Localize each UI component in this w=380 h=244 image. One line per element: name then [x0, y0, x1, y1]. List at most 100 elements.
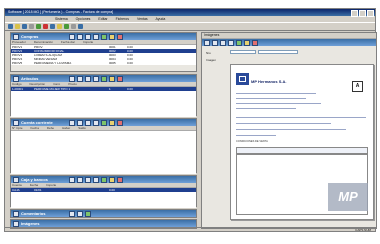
column-header[interactable]: Haber [62, 126, 70, 130]
delete-record-icon[interactable] [117, 33, 123, 40]
last-record-icon[interactable] [93, 119, 99, 126]
main-toolbar [5, 22, 375, 31]
panel-caja-title: Caja y bancos [21, 177, 48, 182]
invoice-letter-box: A [352, 81, 363, 92]
delete-icon[interactable] [43, 24, 48, 29]
cell: 0.00 [127, 61, 133, 65]
add-record-icon[interactable] [101, 119, 107, 126]
column-header[interactable]: Proveedor [12, 40, 26, 44]
column-header[interactable]: N° Cpte [12, 126, 23, 130]
next-record-icon[interactable] [85, 33, 91, 40]
column-header[interactable]: Debe [47, 126, 54, 130]
menu-ayuda[interactable]: Ayuda [155, 17, 165, 21]
new-icon[interactable] [8, 24, 13, 29]
refresh-icon[interactable] [36, 24, 41, 29]
first-record-icon[interactable] [69, 33, 75, 40]
panel-icon [13, 119, 19, 126]
column-header[interactable]: Saldo [78, 126, 86, 130]
screen: Software [ 2018 MG ] (Perfumeria ) - Com… [0, 0, 380, 244]
delete-record-icon[interactable] [117, 119, 123, 126]
panel-caja-header: Caja y bancos [11, 176, 196, 183]
first-record-icon[interactable] [204, 39, 210, 46]
edit-record-icon[interactable] [109, 33, 115, 40]
filter-icon[interactable] [57, 24, 62, 29]
search-icon[interactable] [50, 24, 55, 29]
panel-articulos: Artículos Código Descripción Cant. Preci… [10, 74, 197, 117]
last-record-icon[interactable] [93, 75, 99, 82]
previous-record-icon[interactable] [77, 176, 83, 183]
table-row-selected[interactable]: 1-00001 PERFUME MUJER TIPO 1 1 0.00 [11, 87, 196, 91]
menu-sistema[interactable]: Sistema [55, 17, 68, 21]
first-record-icon[interactable] [69, 75, 75, 82]
next-record-icon[interactable] [77, 210, 83, 217]
first-record-icon[interactable] [69, 210, 75, 217]
panel-comentarios: Comentarios [10, 209, 197, 218]
next-record-icon[interactable] [220, 39, 226, 46]
column-header[interactable]: Descripción [30, 82, 46, 86]
cell: PROV5 [12, 61, 23, 65]
menu-editar[interactable]: Editar [98, 17, 107, 21]
edit-record-icon[interactable] [109, 75, 115, 82]
add-record-icon[interactable] [101, 75, 107, 82]
mp-watermark-logo: MP [328, 183, 368, 211]
next-record-icon[interactable] [85, 119, 91, 126]
open-folder-icon[interactable] [15, 24, 20, 29]
column-header[interactable]: Precio [68, 82, 77, 86]
column-header[interactable]: Cant. [53, 82, 60, 86]
next-record-icon[interactable] [85, 176, 91, 183]
nro-field-2[interactable] [258, 50, 298, 54]
menu-ventas[interactable]: Ventas [137, 17, 148, 21]
cell: 1 [109, 87, 111, 91]
nro-field[interactable] [230, 50, 256, 54]
edit-record-icon[interactable] [244, 39, 250, 46]
column-header[interactable]: Importe [83, 40, 93, 44]
panel-icon [13, 210, 19, 217]
last-record-icon[interactable] [93, 176, 99, 183]
export-icon[interactable] [64, 24, 69, 29]
previous-record-icon[interactable] [77, 33, 83, 40]
cell: 0.00 [127, 87, 133, 91]
cell: 01/01 [34, 188, 42, 192]
add-record-icon[interactable] [101, 33, 107, 40]
print-icon[interactable] [29, 24, 34, 29]
last-record-icon[interactable] [228, 39, 234, 46]
column-header[interactable]: Importe [46, 183, 56, 187]
column-header[interactable]: Fecha [30, 183, 38, 187]
last-record-icon[interactable] [93, 33, 99, 40]
status-bar: CAPS NUM [5, 227, 377, 232]
column-header[interactable]: Fecha [31, 126, 39, 130]
first-record-icon[interactable] [69, 119, 75, 126]
help-icon[interactable] [78, 24, 83, 29]
delete-record-icon[interactable] [117, 75, 123, 82]
panel-imagenes-header: Imágenes [11, 220, 196, 227]
delete-record-icon[interactable] [252, 39, 258, 46]
column-header[interactable]: Cuenta [12, 183, 22, 187]
panel-cuenta-header: Cuenta corriente [11, 119, 196, 126]
edit-record-icon[interactable] [109, 119, 115, 126]
invoice-divider [236, 117, 366, 118]
invoice-company-name: MP Hermanos S.A. [251, 79, 287, 84]
first-record-icon[interactable] [69, 176, 75, 183]
add-record-icon[interactable] [101, 176, 107, 183]
invoice-line [236, 93, 316, 94]
save-icon[interactable] [22, 24, 27, 29]
panel-cuenta-corriente: Cuenta corriente N° Cpte Fecha Debe Habe… [10, 118, 197, 174]
settings-icon[interactable] [71, 24, 76, 29]
column-header[interactable]: Denominación [34, 40, 53, 44]
add-record-icon[interactable] [85, 210, 91, 217]
menu-ficheros[interactable]: Ficheros [116, 17, 129, 21]
previous-record-icon[interactable] [77, 119, 83, 126]
next-record-icon[interactable] [85, 75, 91, 82]
delete-record-icon[interactable] [117, 176, 123, 183]
table-row[interactable]: PROV5 PERFUMERIA Y LA MISMA 0005 0.00 [11, 61, 196, 65]
column-header[interactable]: Código [12, 82, 22, 86]
column-header[interactable]: Fecha doc [61, 40, 75, 44]
panel-compras: Compras Proveedor Denominación Fecha doc… [10, 32, 197, 72]
edit-record-icon[interactable] [109, 176, 115, 183]
previous-record-icon[interactable] [77, 75, 83, 82]
window-title: Software [ 2018 MG ] (Perfumeria ) - Com… [8, 10, 114, 14]
table-row-selected[interactable]: CAJA 01/01 0.00 [11, 188, 196, 192]
previous-record-icon[interactable] [212, 39, 218, 46]
add-record-icon[interactable] [236, 39, 242, 46]
menu-opciones[interactable]: Opciones [76, 17, 91, 21]
